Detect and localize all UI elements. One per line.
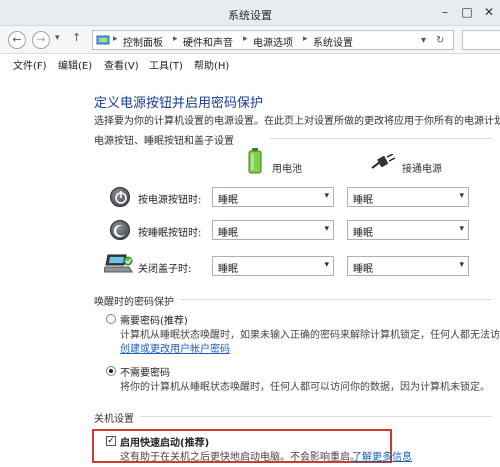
address-bar[interactable]: ▸ 控制面板 ▸ 硬件和声音 ▸ 电源选项 ▸ 系统设置 ▾ ↻	[92, 30, 454, 50]
page-subtitle: 选择要为你的计算机设置的电源设置。在此页上对设置所做的更改将应用于你所有的电源计…	[94, 116, 500, 127]
learn-more-link[interactable]: 了解更多信息	[352, 448, 412, 463]
close-lid-battery-select[interactable]: 睡眠 ▾	[212, 256, 334, 276]
up-arrow-icon[interactable]: ↑	[72, 31, 81, 44]
no-password-label[interactable]: 不需要密码	[120, 364, 170, 379]
laptop-lid-icon	[104, 254, 133, 273]
section-divider	[180, 299, 492, 300]
power-button-battery-select[interactable]: 睡眠 ▾	[212, 187, 334, 207]
chevron-down-icon: ▾	[459, 224, 464, 234]
navigation-bar: ← → ▾ ↑ ▸ 控制面板 ▸ 硬件和声音 ▸ 电源选项 ▸ 系统设置 ▾ ↻	[0, 26, 500, 54]
password-section-label: 唤醒时的密码保护	[94, 297, 174, 308]
breadcrumb-hardware-sound[interactable]: 硬件和声音	[183, 34, 233, 49]
column-on-battery: 用电池	[272, 164, 302, 175]
section-divider	[270, 138, 492, 139]
no-password-radio[interactable]	[106, 366, 116, 376]
menu-file[interactable]: 文件(F)	[13, 57, 47, 72]
window-title: 系统设置	[228, 9, 272, 22]
forward-arrow-icon[interactable]: →	[32, 31, 50, 49]
back-arrow-icon[interactable]: ←	[8, 31, 26, 49]
section-divider	[140, 416, 492, 417]
search-input[interactable]	[462, 30, 500, 50]
sleep-button-battery-select[interactable]: 睡眠 ▾	[212, 220, 334, 240]
menu-edit[interactable]: 编辑(E)	[58, 57, 92, 72]
close-lid-plugged-select[interactable]: 睡眠 ▾	[347, 256, 469, 276]
refresh-icon[interactable]: ↻	[436, 35, 444, 46]
require-password-desc: 计算机从睡眠状态唤醒时，如果未输入正确的密码来解除计算机锁定，任何人都无法访问	[120, 330, 500, 341]
chevron-down-icon: ▾	[324, 191, 329, 201]
chevron-down-icon: ▾	[324, 224, 329, 234]
require-password-label[interactable]: 需要密码(推荐)	[120, 312, 188, 327]
select-value: 睡眠	[218, 195, 238, 206]
close-lid-label: 关闭盖子时:	[138, 264, 192, 275]
breadcrumb-separator: ▸	[173, 34, 178, 44]
fast-startup-desc: 这有助于在关机之后更快地启动电脑。不会影响重启。	[120, 452, 360, 463]
power-button-icon	[110, 187, 130, 207]
power-section-label: 电源按钮、睡眠按钮和盖子设置	[94, 136, 234, 147]
power-button-label: 按电源按钮时:	[138, 195, 202, 206]
control-panel-icon	[96, 35, 110, 45]
breadcrumb-system-settings[interactable]: 系统设置	[313, 34, 353, 49]
breadcrumb-separator: ▸	[243, 34, 248, 44]
close-button[interactable]: ✕	[480, 4, 498, 20]
no-password-desc: 将你的计算机从睡眠状态唤醒时，任何人都可以访问你的数据，因为计算机未锁定。	[120, 382, 490, 393]
breadcrumb-power-options[interactable]: 电源选项	[253, 34, 293, 49]
breadcrumb-separator: ▸	[303, 34, 308, 44]
power-button-plugged-select[interactable]: 睡眠 ▾	[347, 187, 469, 207]
menu-tools[interactable]: 工具(T)	[149, 57, 183, 72]
fast-startup-checkbox[interactable]: ✓	[106, 436, 116, 446]
menu-view[interactable]: 查看(V)	[104, 57, 139, 72]
select-value: 睡眠	[353, 195, 373, 206]
chevron-down-icon: ▾	[459, 260, 464, 270]
maximize-button[interactable]: □	[458, 4, 476, 20]
sleep-button-plugged-select[interactable]: 睡眠 ▾	[347, 220, 469, 240]
breadcrumb-separator: ▸	[113, 34, 118, 44]
breadcrumb-control-panel[interactable]: 控制面板	[123, 34, 163, 49]
title-bar: 系统设置 – □ ✕	[0, 0, 500, 26]
chevron-down-icon: ▾	[324, 260, 329, 270]
power-plug-icon	[371, 154, 396, 169]
fast-startup-label[interactable]: 启用快速启动(推荐)	[120, 434, 209, 449]
column-plugged-in: 接通电源	[402, 164, 442, 175]
battery-icon	[248, 148, 262, 174]
sleep-button-icon	[110, 220, 130, 240]
create-password-link[interactable]: 创建或更改用户帐户密码	[120, 340, 230, 355]
page-title: 定义电源按钮并启用密码保护	[94, 96, 264, 111]
shutdown-section-label: 关机设置	[94, 414, 134, 425]
require-password-radio[interactable]	[106, 314, 116, 324]
select-value: 睡眠	[353, 228, 373, 239]
recent-dropdown-icon[interactable]: ▾	[55, 33, 60, 43]
menu-bar: 文件(F) 编辑(E) 查看(V) 工具(T) 帮助(H)	[0, 54, 500, 72]
chevron-down-icon: ▾	[459, 191, 464, 201]
select-value: 睡眠	[353, 264, 373, 275]
select-value: 睡眠	[218, 228, 238, 239]
minimize-button[interactable]: –	[436, 4, 454, 20]
select-value: 睡眠	[218, 264, 238, 275]
address-dropdown-icon[interactable]: ▾	[421, 35, 426, 46]
sleep-button-label: 按睡眠按钮时:	[138, 228, 202, 239]
menu-help[interactable]: 帮助(H)	[194, 57, 229, 72]
